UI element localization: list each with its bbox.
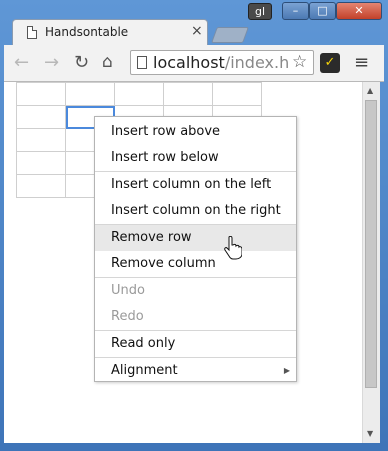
url-text: localhost/index.h (153, 53, 289, 72)
menu-item-insert-column-left[interactable]: Insert column on the left (95, 172, 296, 198)
document-icon (27, 26, 37, 39)
context-menu: Insert row above Insert row below Insert… (94, 116, 297, 382)
menu-item-insert-row-above[interactable]: Insert row above (95, 119, 296, 145)
url-path: /index.h (224, 53, 290, 72)
grid-cell[interactable] (16, 82, 66, 106)
menu-item-undo: Undo (111, 283, 145, 298)
tab-title: Handsontable (45, 25, 129, 39)
menu-item-insert-column-right[interactable]: Insert column on the right (95, 198, 296, 224)
maximize-button[interactable]: □ (309, 2, 336, 20)
grid-cell[interactable] (163, 82, 213, 106)
extension-icon[interactable]: ✓ (320, 53, 340, 73)
vertical-scrollbar[interactable]: ▲ ▼ (362, 82, 380, 443)
hand-pointer-icon (224, 236, 242, 260)
grid-cell[interactable] (16, 151, 66, 175)
grid-cell[interactable] (114, 82, 164, 106)
menu-item-remove-column[interactable]: Remove column (95, 251, 296, 277)
menu-item-alignment[interactable]: Alignment ▶ (95, 358, 296, 384)
menu-item-insert-row-below[interactable]: Insert row below (95, 145, 296, 171)
menu-item-read-only[interactable]: Read only (95, 331, 296, 357)
menu-item-redo: Redo (111, 309, 144, 324)
scroll-up-icon[interactable]: ▲ (367, 86, 373, 95)
table-row (16, 82, 262, 106)
scroll-down-icon[interactable]: ▼ (367, 429, 373, 438)
browser-toolbar: ← → ↻ ⌂ localhost/index.h ☆ ✓ ≡ (4, 45, 384, 82)
submenu-arrow-icon: ▶ (283, 366, 290, 375)
grid-cell[interactable] (16, 128, 66, 152)
page-icon (137, 56, 147, 69)
url-host: localhost (153, 53, 225, 72)
menu-item-remove-row[interactable]: Remove row (95, 225, 296, 251)
browser-tab[interactable]: Handsontable × (12, 19, 208, 45)
grid-cell[interactable] (16, 174, 66, 198)
menu-item-alignment-label: Alignment (111, 363, 178, 378)
bookmark-star-icon[interactable]: ☆ (292, 52, 307, 72)
close-window-button[interactable]: ✕ (336, 2, 382, 20)
home-icon[interactable]: ⌂ (102, 52, 113, 72)
forward-arrow-icon[interactable]: → (44, 52, 59, 73)
back-arrow-icon[interactable]: ← (14, 52, 29, 73)
grid-cell[interactable] (16, 105, 66, 129)
grid-cell[interactable] (65, 82, 115, 106)
grid-cell[interactable] (212, 82, 262, 106)
reload-icon[interactable]: ↻ (74, 52, 89, 73)
scrollbar-thumb[interactable] (365, 100, 377, 388)
tab-close-icon[interactable]: × (191, 23, 203, 39)
new-tab-button[interactable] (211, 27, 249, 43)
menu-icon[interactable]: ≡ (354, 52, 369, 73)
minimize-button[interactable]: – (282, 2, 309, 20)
profile-badge[interactable]: gl (248, 3, 272, 20)
address-bar[interactable]: localhost/index.h (130, 50, 314, 75)
